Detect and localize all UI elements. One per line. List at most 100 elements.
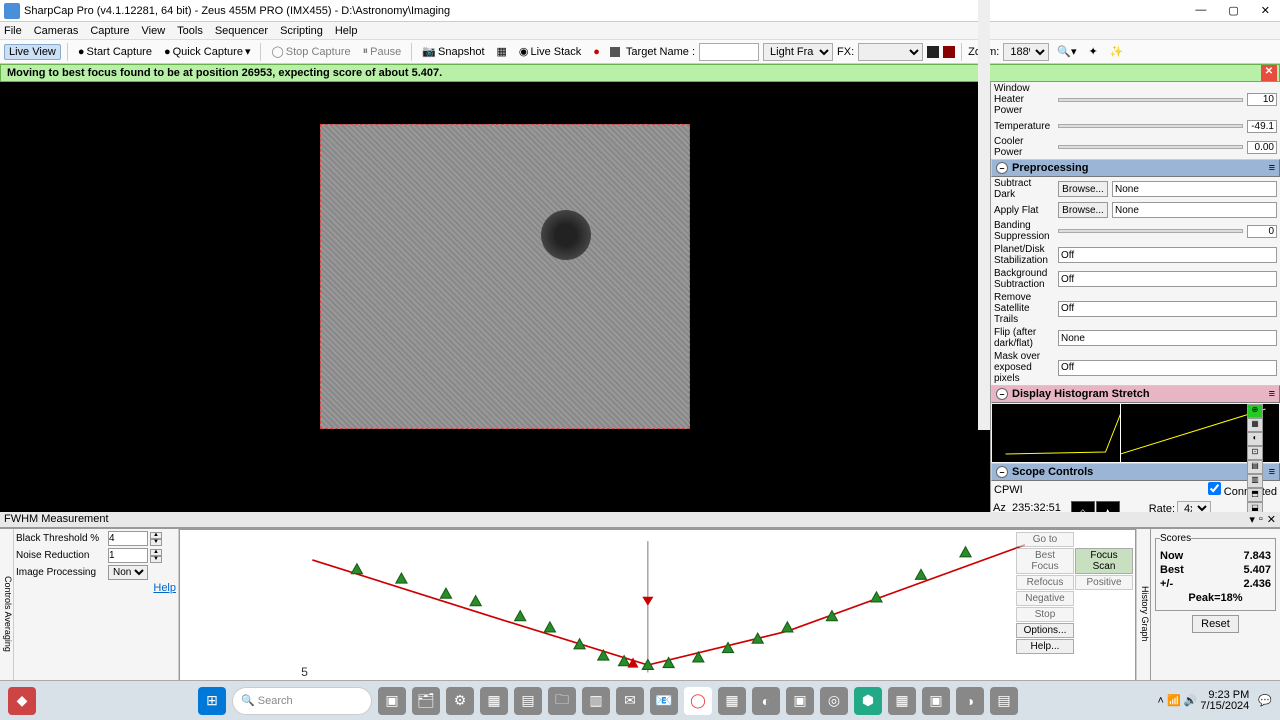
scope-home-icon[interactable]: ⌂: [1071, 501, 1095, 512]
stop-button[interactable]: Stop: [1016, 607, 1074, 622]
window-heater-slider[interactable]: [1058, 98, 1243, 102]
menu-view[interactable]: View: [142, 25, 166, 37]
reset-button[interactable]: Reset: [1192, 615, 1239, 633]
pause-button[interactable]: ⏸ Pause: [359, 44, 406, 59]
window-heater-value[interactable]: 10: [1247, 93, 1277, 106]
task-icon-13[interactable]: ◎: [820, 687, 848, 715]
snapshot-button[interactable]: 📷 Snapshot: [418, 44, 488, 59]
noise-reduction-input[interactable]: [108, 548, 148, 563]
fx-select[interactable]: [858, 43, 923, 61]
image-processing-select[interactable]: None: [108, 565, 148, 580]
task-icon-17[interactable]: ◑: [956, 687, 984, 715]
focus-chart[interactable]: 2686026880269002692026940269602698027000…: [179, 529, 1136, 698]
close-button[interactable]: ✕: [1255, 4, 1276, 17]
color-swatch-3[interactable]: [943, 46, 955, 58]
best-focus-button[interactable]: Best Focus: [1016, 548, 1074, 574]
tray-volume-icon[interactable]: 🔊: [1184, 694, 1198, 707]
focus-scan-button[interactable]: Focus Scan: [1075, 548, 1133, 574]
fwhm-min-icon[interactable]: ▾: [1249, 513, 1255, 526]
close-notification-button[interactable]: ✕: [1261, 65, 1277, 81]
menu-scripting[interactable]: Scripting: [280, 25, 323, 37]
menu-capture[interactable]: Capture: [90, 25, 129, 37]
scope-rate[interactable]: 4x: [1177, 501, 1211, 512]
reticle-icon[interactable]: ✦: [1085, 44, 1102, 59]
scope-up[interactable]: ▲: [1096, 501, 1120, 512]
task-icon-11[interactable]: ◐: [752, 687, 780, 715]
task-icon-12[interactable]: ▣: [786, 687, 814, 715]
satellite-value[interactable]: Off: [1058, 301, 1277, 317]
menu-cameras[interactable]: Cameras: [34, 25, 79, 37]
task-icon-8[interactable]: ✉: [616, 687, 644, 715]
cooler-power-slider[interactable]: [1058, 145, 1243, 149]
start-capture-button[interactable]: ● Start Capture: [74, 45, 156, 59]
histogram-tools[interactable]: ⊕▦◐⊡▤▥⬒⬓: [1247, 404, 1279, 512]
preprocessing-header[interactable]: –Preprocessing≡: [991, 159, 1280, 177]
positive-button[interactable]: Positive: [1075, 575, 1133, 590]
flip-value[interactable]: None: [1058, 330, 1277, 346]
menu-tools[interactable]: Tools: [177, 25, 203, 37]
temperature-slider[interactable]: [1058, 124, 1243, 128]
quick-capture-button[interactable]: ● Quick Capture ▾: [160, 44, 255, 59]
start-button[interactable]: ⊞: [198, 687, 226, 715]
planet-disk-value[interactable]: Off: [1058, 247, 1277, 263]
task-icon-18[interactable]: ▤: [990, 687, 1018, 715]
chart-help-button[interactable]: Help...: [1016, 639, 1074, 654]
task-icon-6[interactable]: 🗀: [548, 687, 576, 715]
chrome-icon[interactable]: ◯: [684, 687, 712, 715]
fwhm-max-icon[interactable]: ▫: [1259, 513, 1263, 526]
task-icon-1[interactable]: ▣: [378, 687, 406, 715]
temperature-value[interactable]: -49.1: [1247, 120, 1277, 133]
cooler-power-value[interactable]: 0.00: [1247, 141, 1277, 154]
task-icon-3[interactable]: ⚙: [446, 687, 474, 715]
menu-file[interactable]: File: [4, 25, 22, 37]
fwhm-close-icon[interactable]: ✕: [1267, 513, 1276, 526]
target-name-input[interactable]: [699, 43, 759, 61]
task-icon-16[interactable]: ▣: [922, 687, 950, 715]
task-icon-4[interactable]: ▦: [480, 687, 508, 715]
live-view-button[interactable]: Live View: [4, 44, 61, 60]
live-stack-button[interactable]: ◉ Live Stack: [515, 44, 585, 59]
framing-icon[interactable]: ▦: [493, 44, 511, 59]
maximize-button[interactable]: ▢: [1222, 4, 1244, 17]
image-preview[interactable]: [0, 82, 990, 512]
menu-sequencer[interactable]: Sequencer: [215, 25, 268, 37]
zoom-select[interactable]: 188%: [1003, 43, 1049, 61]
apply-flat-value[interactable]: None: [1112, 202, 1277, 218]
color-swatch-2[interactable]: [927, 46, 939, 58]
stop-capture-button[interactable]: ◯ Stop Capture: [267, 44, 354, 59]
task-icon-15[interactable]: ▦: [888, 687, 916, 715]
tray-clock[interactable]: 9:23 PM7/15/2024: [1200, 690, 1255, 712]
task-icon-14[interactable]: ⬢: [854, 687, 882, 715]
histogram-header[interactable]: –Display Histogram Stretch≡: [991, 385, 1280, 403]
subtract-dark-browse[interactable]: Browse...: [1058, 181, 1108, 197]
color-swatch-1[interactable]: [610, 47, 620, 57]
banding-slider[interactable]: [1058, 229, 1243, 233]
options-button[interactable]: Options...: [1016, 623, 1074, 638]
record-icon[interactable]: ●: [589, 45, 604, 59]
scope-header[interactable]: –Scope Controls≡: [991, 463, 1280, 481]
task-icon-10[interactable]: ▦: [718, 687, 746, 715]
goto-button[interactable]: Go to: [1016, 532, 1074, 547]
mask-value[interactable]: Off: [1058, 360, 1277, 376]
fwhm-help-link[interactable]: Help: [153, 582, 176, 594]
background-value[interactable]: Off: [1058, 271, 1277, 287]
black-threshold-input[interactable]: [108, 531, 148, 546]
fwhm-tabs[interactable]: Controls Averaging: [0, 529, 14, 698]
vertical-scrollbar[interactable]: [978, 0, 990, 430]
subtract-dark-value[interactable]: None: [1112, 181, 1277, 197]
task-icon-5[interactable]: ▤: [514, 687, 542, 715]
banding-value[interactable]: 0: [1247, 225, 1277, 238]
tray-wifi-icon[interactable]: 📶: [1167, 694, 1181, 707]
menu-help[interactable]: Help: [335, 25, 358, 37]
minimize-button[interactable]: —: [1189, 4, 1212, 17]
refocus-button[interactable]: Refocus: [1016, 575, 1074, 590]
task-icon-7[interactable]: ▥: [582, 687, 610, 715]
tray-notifications-icon[interactable]: 💬: [1258, 694, 1272, 707]
zoom-tool-icon[interactable]: 🔍▾: [1053, 44, 1080, 59]
task-icon-9[interactable]: 📧: [650, 687, 678, 715]
apply-flat-browse[interactable]: Browse...: [1058, 202, 1108, 218]
frame-type-select[interactable]: Light Frames: [763, 43, 833, 61]
wand-icon[interactable]: ✨: [1106, 44, 1128, 59]
task-app-icon[interactable]: ◆: [8, 687, 36, 715]
taskbar-search[interactable]: 🔍 Search: [232, 687, 372, 715]
